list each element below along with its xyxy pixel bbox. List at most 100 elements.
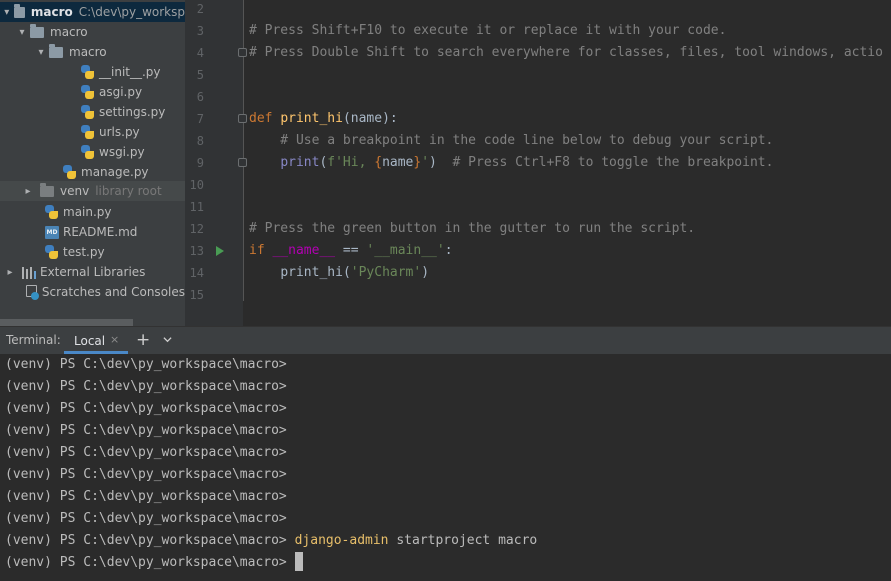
tree-item-label: test.py xyxy=(63,245,105,259)
terminal-line: (venv) PS C:\dev\py_workspace\macro> xyxy=(5,398,295,420)
python-file-icon xyxy=(45,245,58,259)
tree-item-urls-py[interactable]: urls.py xyxy=(0,122,185,142)
tree-item-wsgi-py[interactable]: wsgi.py xyxy=(0,142,185,162)
code-line-3: # Press Shift+F10 to execute it or repla… xyxy=(249,23,727,38)
terminal-prompt: (venv) PS C:\dev\py_workspace\macro> xyxy=(5,401,295,416)
terminal-line: (venv) PS C:\dev\py_workspace\macro> xyxy=(5,442,295,464)
chevron-down-icon[interactable]: ▾ xyxy=(2,2,12,22)
tree-root-path: C:\dev\py_worksp xyxy=(78,5,185,19)
line-number: 15 xyxy=(189,288,204,302)
terminal-line: (venv) PS C:\dev\py_workspace\macro> xyxy=(5,420,295,442)
code-line-8: # Use a breakpoint in the code line belo… xyxy=(249,133,774,148)
gutter-divider xyxy=(243,0,244,301)
tree-item-settings-py[interactable]: settings.py xyxy=(0,102,185,122)
library-icon xyxy=(22,266,36,279)
fold-marker-icon[interactable] xyxy=(238,114,247,123)
tab-local[interactable]: Local × xyxy=(64,327,128,354)
code-string: 'PyCharm' xyxy=(350,265,422,280)
tree-item-venv[interactable]: ▸ venv library root xyxy=(0,181,185,201)
tree-item-manage-py[interactable]: manage.py xyxy=(0,162,185,182)
chevron-right-icon[interactable]: ▸ xyxy=(4,262,16,282)
code-text: ( xyxy=(342,265,351,280)
code-editor[interactable]: 2 3 4 5 6 7 8 9 10 11 12 13 14 15 # Pres… xyxy=(185,0,891,326)
terminal-args: startproject macro xyxy=(388,533,538,548)
terminal-command: django-admin xyxy=(294,533,389,548)
terminal-prompt: (venv) PS C:\dev\py_workspace\macro> xyxy=(5,511,295,526)
code-text: : xyxy=(444,243,453,258)
terminal-prompt: (venv) PS C:\dev\py_workspace\macro> xyxy=(5,357,295,372)
code-text: name xyxy=(382,155,414,170)
tree-item-label: macro xyxy=(69,45,107,59)
line-number: 11 xyxy=(189,200,204,214)
code-text: ) xyxy=(421,265,430,280)
fold-marker-icon[interactable] xyxy=(238,48,247,57)
python-file-icon xyxy=(45,205,58,219)
terminal-title: Terminal: xyxy=(6,333,61,347)
tree-item-macro-subfolder[interactable]: ▾ macro xyxy=(0,42,185,62)
tree-item-label: settings.py xyxy=(99,105,166,119)
chevron-down-icon[interactable]: ▾ xyxy=(35,42,47,62)
library-root-hint: library root xyxy=(95,184,162,198)
terminal-line-current[interactable]: (venv) PS C:\dev\py_workspace\macro> xyxy=(5,551,303,574)
function-name: print_hi xyxy=(280,111,343,126)
tree-item-label: macro xyxy=(50,25,88,39)
line-number: 6 xyxy=(196,90,204,104)
terminal-prompt: (venv) PS C:\dev\py_workspace\macro> xyxy=(5,423,295,438)
python-file-icon xyxy=(81,65,94,79)
terminal-line: (venv) PS C:\dev\py_workspace\macro> dja… xyxy=(5,530,537,552)
line-number: 9 xyxy=(196,156,204,170)
tree-root-macro[interactable]: ▾ macro C:\dev\py_worksp xyxy=(0,2,185,22)
terminal-line: (venv) PS C:\dev\py_workspace\macro> xyxy=(5,464,295,486)
line-number: 12 xyxy=(189,222,204,236)
terminal-toolbar: Terminal: Local × + xyxy=(0,326,891,354)
tree-item-label: manage.py xyxy=(81,165,149,179)
tree-item-init-py[interactable]: __init__.py xyxy=(0,62,185,82)
terminal-line: (venv) PS C:\dev\py_workspace\macro> xyxy=(5,354,295,376)
add-icon[interactable]: + xyxy=(136,330,150,350)
fold-marker-icon[interactable] xyxy=(238,158,247,167)
line-number: 4 xyxy=(196,46,204,60)
chevron-right-icon[interactable]: ▸ xyxy=(22,181,34,201)
tree-item-main-py[interactable]: main.py xyxy=(0,202,185,222)
terminal-prompt: (venv) PS C:\dev\py_workspace\macro> xyxy=(5,379,295,394)
folder-icon xyxy=(40,183,54,197)
tree-item-scratches[interactable]: Scratches and Consoles xyxy=(0,282,185,302)
python-file-icon xyxy=(81,85,94,99)
tab-label: Local xyxy=(74,334,106,348)
code-line-7: def print_hi(name): xyxy=(249,108,398,130)
code-text: (name): xyxy=(342,111,398,126)
tree-item-external-libraries[interactable]: ▸ External Libraries xyxy=(0,262,185,282)
terminal-prompt: (venv) PS C:\dev\py_workspace\macro> xyxy=(5,445,295,460)
terminal-output[interactable]: (venv) PS C:\dev\py_workspace\macro> (ve… xyxy=(0,354,891,581)
scratches-icon xyxy=(25,285,39,300)
terminal-line: (venv) PS C:\dev\py_workspace\macro> xyxy=(5,486,295,508)
dunder-name: __name__ xyxy=(272,243,336,258)
tree-item-macro-folder[interactable]: ▾ macro xyxy=(0,22,185,42)
terminal-prompt: (venv) PS C:\dev\py_workspace\macro> xyxy=(5,467,295,482)
folder-icon xyxy=(49,44,63,58)
line-number: 10 xyxy=(189,178,204,192)
folder-icon xyxy=(30,24,44,38)
builtin-print: print xyxy=(280,155,320,170)
chevron-down-icon[interactable]: ▾ xyxy=(16,22,28,42)
code-text: print_hi xyxy=(280,265,343,280)
code-line-14: print_hi('PyCharm') xyxy=(249,262,429,284)
code-line-13: if __name__ == '__main__': xyxy=(249,240,453,262)
terminal-prompt: (venv) PS C:\dev\py_workspace\macro> xyxy=(5,555,295,570)
chevron-down-icon[interactable] xyxy=(163,335,172,344)
tree-item-readme-md[interactable]: MD README.md xyxy=(0,222,185,242)
tree-item-label: External Libraries xyxy=(40,265,146,279)
line-number: 3 xyxy=(196,24,204,38)
close-icon[interactable]: × xyxy=(110,333,119,346)
code-line-4: # Press Double Shift to search everywher… xyxy=(249,45,883,60)
tree-horizontal-scrollbar[interactable] xyxy=(0,319,133,326)
line-number: 13 xyxy=(189,244,204,258)
line-number: 5 xyxy=(196,68,204,82)
run-gutter-icon[interactable] xyxy=(216,246,224,256)
terminal-line: (venv) PS C:\dev\py_workspace\macro> xyxy=(5,376,295,398)
terminal-prompt: (venv) PS C:\dev\py_workspace\macro> xyxy=(5,533,295,548)
tree-item-test-py[interactable]: test.py xyxy=(0,242,185,262)
code-line-12: # Press the green button in the gutter t… xyxy=(249,221,696,236)
tree-item-asgi-py[interactable]: asgi.py xyxy=(0,82,185,102)
